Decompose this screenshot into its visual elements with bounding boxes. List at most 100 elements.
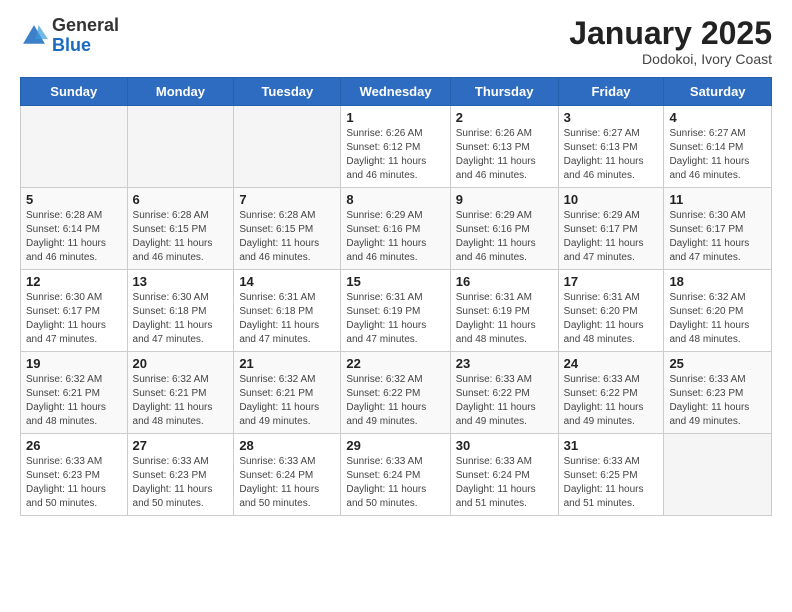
day-info: Sunrise: 6:30 AM Sunset: 6:18 PM Dayligh…: [133, 291, 229, 347]
calendar-cell: 25Sunrise: 6:33 AM Sunset: 6:23 PM Dayli…: [664, 352, 772, 434]
calendar-day-header: Sunday: [21, 78, 128, 106]
day-number: 23: [456, 356, 553, 371]
day-number: 4: [669, 110, 766, 125]
day-number: 25: [669, 356, 766, 371]
day-info: Sunrise: 6:32 AM Sunset: 6:21 PM Dayligh…: [239, 373, 335, 429]
day-number: 8: [346, 192, 444, 207]
day-info: Sunrise: 6:32 AM Sunset: 6:21 PM Dayligh…: [26, 373, 122, 429]
logo-general-text: General: [52, 15, 119, 35]
day-number: 31: [564, 438, 659, 453]
calendar-day-header: Thursday: [450, 78, 558, 106]
calendar-cell: 14 Sunrise: 6:31 AM Sunset: 6:18 PM Dayli…: [234, 270, 341, 352]
day-info: Sunrise: 6:29 AM Sunset: 6:17 PM Dayligh…: [564, 209, 659, 265]
day-number: 11: [669, 192, 766, 207]
day-info: Sunrise: 6:33 AM Sunset: 6:23 PM Dayligh…: [133, 455, 229, 511]
day-number: 29: [346, 438, 444, 453]
day-info: Sunrise: 6:30 AM Sunset: 6:17 PM Dayligh…: [26, 291, 122, 347]
day-number: 20: [133, 356, 229, 371]
day-number: 21: [239, 356, 335, 371]
calendar-cell: 20 Sunrise: 6:32 AM Sunset: 6:21 PM Dayli…: [127, 352, 234, 434]
calendar-cell: 17 Sunrise: 6:31 AM Sunset: 6:20 PM Dayli…: [558, 270, 664, 352]
day-info: Sunrise: 6:27 AM Sunset: 6:14 PM Dayligh…: [669, 127, 766, 183]
calendar-week-row: 1 Sunrise: 6:26 AM Sunset: 6:12 PM Daylig…: [21, 106, 772, 188]
calendar-day-header: Saturday: [664, 78, 772, 106]
logo-blue-text: Blue: [52, 35, 91, 55]
day-info: Sunrise: 6:33 AM Sunset: 6:25 PM Dayligh…: [564, 455, 659, 511]
calendar-cell: 2Sunrise: 6:26 AM Sunset: 6:13 PM Daylig…: [450, 106, 558, 188]
day-number: 6: [133, 192, 229, 207]
calendar-header-row: SundayMondayTuesdayWednesdayThursdayFrid…: [21, 78, 772, 106]
calendar-cell: 21 Sunrise: 6:32 AM Sunset: 6:21 PM Dayli…: [234, 352, 341, 434]
calendar-week-row: 5 Sunrise: 6:28 AM Sunset: 6:14 PM Daylig…: [21, 188, 772, 270]
calendar-cell: 29 Sunrise: 6:33 AM Sunset: 6:24 PM Dayli…: [341, 434, 450, 516]
calendar-cell: 8Sunrise: 6:29 AM Sunset: 6:16 PM Daylig…: [341, 188, 450, 270]
calendar-day-header: Friday: [558, 78, 664, 106]
day-info: Sunrise: 6:33 AM Sunset: 6:24 PM Dayligh…: [346, 455, 444, 511]
calendar-cell: 4 Sunrise: 6:27 AM Sunset: 6:14 PM Daylig…: [664, 106, 772, 188]
day-info: Sunrise: 6:32 AM Sunset: 6:21 PM Dayligh…: [133, 373, 229, 429]
day-info: Sunrise: 6:26 AM Sunset: 6:12 PM Dayligh…: [346, 127, 444, 183]
day-number: 24: [564, 356, 659, 371]
logo: General Blue: [20, 16, 119, 56]
calendar-cell: 28Sunrise: 6:33 AM Sunset: 6:24 PM Dayli…: [234, 434, 341, 516]
calendar-cell: 24 Sunrise: 6:33 AM Sunset: 6:22 PM Dayli…: [558, 352, 664, 434]
day-number: 27: [133, 438, 229, 453]
day-number: 16: [456, 274, 553, 289]
day-info: Sunrise: 6:31 AM Sunset: 6:18 PM Dayligh…: [239, 291, 335, 347]
day-number: 14: [239, 274, 335, 289]
day-info: Sunrise: 6:33 AM Sunset: 6:22 PM Dayligh…: [564, 373, 659, 429]
day-info: Sunrise: 6:28 AM Sunset: 6:14 PM Dayligh…: [26, 209, 122, 265]
calendar-day-header: Tuesday: [234, 78, 341, 106]
calendar-cell: 15 Sunrise: 6:31 AM Sunset: 6:19 PM Dayli…: [341, 270, 450, 352]
day-number: 1: [346, 110, 444, 125]
calendar-cell: 18 Sunrise: 6:32 AM Sunset: 6:20 PM Dayli…: [664, 270, 772, 352]
calendar-cell: 7Sunrise: 6:28 AM Sunset: 6:15 PM Daylig…: [234, 188, 341, 270]
calendar-cell: 6 Sunrise: 6:28 AM Sunset: 6:15 PM Daylig…: [127, 188, 234, 270]
calendar-cell: 12 Sunrise: 6:30 AM Sunset: 6:17 PM Dayli…: [21, 270, 128, 352]
day-number: 18: [669, 274, 766, 289]
day-number: 19: [26, 356, 122, 371]
day-info: Sunrise: 6:28 AM Sunset: 6:15 PM Dayligh…: [133, 209, 229, 265]
day-info: Sunrise: 6:30 AM Sunset: 6:17 PM Dayligh…: [669, 209, 766, 265]
day-info: Sunrise: 6:33 AM Sunset: 6:24 PM Dayligh…: [239, 455, 335, 511]
page: General Blue January 2025 Dodokoi, Ivory…: [0, 0, 792, 612]
day-info: Sunrise: 6:33 AM Sunset: 6:24 PM Dayligh…: [456, 455, 553, 511]
location-subtitle: Dodokoi, Ivory Coast: [569, 51, 772, 67]
calendar-cell: [234, 106, 341, 188]
calendar-cell: 31 Sunrise: 6:33 AM Sunset: 6:25 PM Dayli…: [558, 434, 664, 516]
day-number: 9: [456, 192, 553, 207]
day-number: 15: [346, 274, 444, 289]
day-info: Sunrise: 6:32 AM Sunset: 6:20 PM Dayligh…: [669, 291, 766, 347]
title-block: January 2025 Dodokoi, Ivory Coast: [569, 16, 772, 67]
day-info: Sunrise: 6:31 AM Sunset: 6:20 PM Dayligh…: [564, 291, 659, 347]
calendar-cell: 26 Sunrise: 6:33 AM Sunset: 6:23 PM Dayli…: [21, 434, 128, 516]
calendar-cell: [664, 434, 772, 516]
calendar-week-row: 12 Sunrise: 6:30 AM Sunset: 6:17 PM Dayli…: [21, 270, 772, 352]
calendar-cell: 5 Sunrise: 6:28 AM Sunset: 6:14 PM Daylig…: [21, 188, 128, 270]
header: General Blue January 2025 Dodokoi, Ivory…: [20, 16, 772, 67]
month-title: January 2025: [569, 16, 772, 51]
calendar-day-header: Monday: [127, 78, 234, 106]
calendar-cell: 30 Sunrise: 6:33 AM Sunset: 6:24 PM Dayli…: [450, 434, 558, 516]
logo-icon: [20, 22, 48, 50]
calendar-cell: [127, 106, 234, 188]
calendar-cell: 16Sunrise: 6:31 AM Sunset: 6:19 PM Dayli…: [450, 270, 558, 352]
day-number: 17: [564, 274, 659, 289]
day-number: 13: [133, 274, 229, 289]
calendar-week-row: 19 Sunrise: 6:32 AM Sunset: 6:21 PM Dayli…: [21, 352, 772, 434]
day-number: 30: [456, 438, 553, 453]
day-number: 12: [26, 274, 122, 289]
day-info: Sunrise: 6:33 AM Sunset: 6:23 PM Dayligh…: [26, 455, 122, 511]
day-number: 26: [26, 438, 122, 453]
day-info: Sunrise: 6:33 AM Sunset: 6:22 PM Dayligh…: [456, 373, 553, 429]
day-number: 10: [564, 192, 659, 207]
day-number: 2: [456, 110, 553, 125]
calendar-week-row: 26 Sunrise: 6:33 AM Sunset: 6:23 PM Dayli…: [21, 434, 772, 516]
day-number: 22: [346, 356, 444, 371]
calendar-cell: 3Sunrise: 6:27 AM Sunset: 6:13 PM Daylig…: [558, 106, 664, 188]
calendar-cell: 9Sunrise: 6:29 AM Sunset: 6:16 PM Daylig…: [450, 188, 558, 270]
calendar-cell: 23 Sunrise: 6:33 AM Sunset: 6:22 PM Dayli…: [450, 352, 558, 434]
day-info: Sunrise: 6:31 AM Sunset: 6:19 PM Dayligh…: [346, 291, 444, 347]
day-number: 5: [26, 192, 122, 207]
calendar-cell: 1 Sunrise: 6:26 AM Sunset: 6:12 PM Daylig…: [341, 106, 450, 188]
